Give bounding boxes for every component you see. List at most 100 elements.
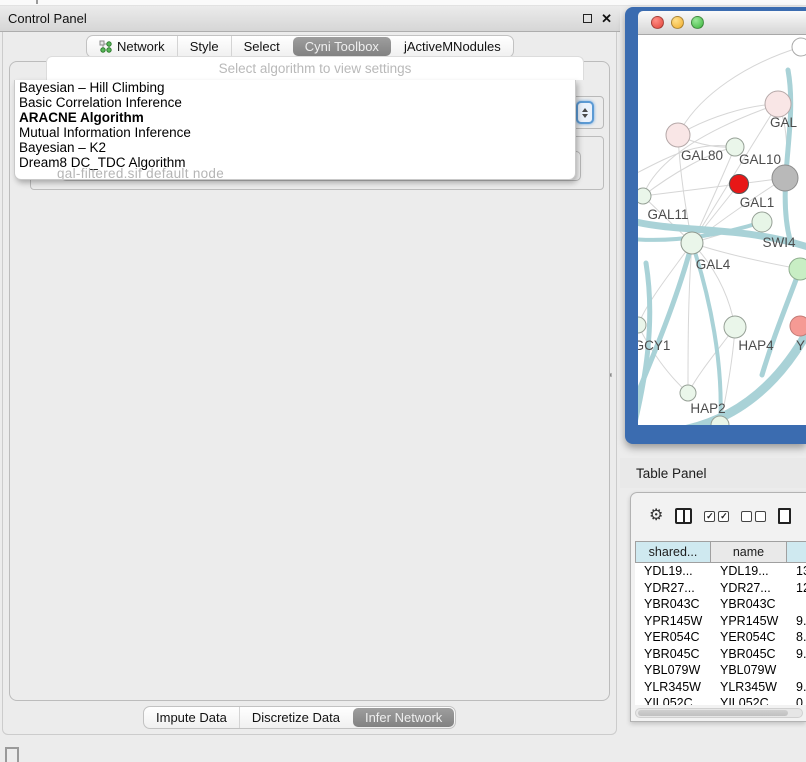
minimize-traffic-light-icon[interactable]	[671, 16, 684, 29]
cell: YLR345W	[711, 679, 787, 696]
dropdown-option[interactable]: Mutual Information Inference	[15, 125, 575, 140]
table-row[interactable]: YBR043C YBR043C	[635, 596, 806, 613]
table-panel-titlebar: Table Panel	[620, 458, 806, 488]
table-horizontal-scrollbar[interactable]	[635, 708, 803, 718]
node-gal1-red[interactable]	[730, 175, 749, 194]
cell: YPR145W	[635, 613, 711, 630]
cell: YIL052C	[711, 695, 787, 705]
network-window-titlebar[interactable]	[638, 11, 806, 35]
table-row[interactable]: YBL079W YBL079W	[635, 662, 806, 679]
table-row[interactable]: YDL19... YDL19... 13	[635, 563, 806, 580]
column-header-partial[interactable]	[787, 541, 806, 563]
unchecked-box-icon	[755, 511, 766, 522]
node-label: GAL10	[739, 152, 781, 167]
node-gcy1[interactable]	[638, 317, 646, 333]
node-label: GAL	[770, 115, 798, 130]
cell	[787, 596, 806, 613]
tab-network-label: Network	[117, 39, 165, 54]
cell: 13	[787, 563, 806, 580]
tab-impute-data[interactable]: Impute Data	[144, 707, 239, 728]
table-row[interactable]: YPR145W YPR145W 9.	[635, 613, 806, 630]
tab-network[interactable]: Network	[87, 36, 177, 57]
unchecked-box-icon	[741, 511, 752, 522]
node-swi4[interactable]	[752, 212, 772, 232]
table-row[interactable]: YER054C YER054C 8.	[635, 629, 806, 646]
node-label: GAL11	[647, 207, 688, 222]
dropdown-option[interactable]: Bayesian – Hill Climbing	[15, 80, 575, 95]
table-row[interactable]: YDR27... YDR27... 12	[635, 580, 806, 597]
control-panel-titlebar: Control Panel ✕	[0, 6, 620, 32]
dropdown-option[interactable]: Bayesian – K2	[15, 140, 575, 155]
stepper-up-icon	[582, 108, 588, 112]
algorithm-selector-combo[interactable]: Select algorithm to view settings	[46, 56, 584, 80]
tab-cyni-toolbox[interactable]: Cyni Toolbox	[293, 37, 391, 56]
cell	[787, 662, 806, 679]
cell: 9.	[787, 613, 806, 630]
combo-stepper-focused[interactable]	[576, 101, 594, 124]
cell: YBL079W	[635, 662, 711, 679]
close-traffic-light-icon[interactable]	[651, 16, 664, 29]
node-gal-partial[interactable]	[765, 91, 791, 117]
network-canvas[interactable]: GAL GAL80 GAL10 GAL1 GAL11 SWI4 GAL4 GCY…	[638, 35, 806, 425]
float-window-icon[interactable]	[583, 14, 592, 23]
table-row[interactable]: YBR045C YBR045C 9.	[635, 646, 806, 663]
cell: YIL052C	[635, 695, 711, 705]
cell: YBR045C	[635, 646, 711, 663]
cell: YDL19...	[635, 563, 711, 580]
tab-select-label: Select	[244, 39, 280, 54]
table-row[interactable]: YIL052C YIL052C 0.	[635, 695, 806, 705]
network-view-window: GAL GAL80 GAL10 GAL1 GAL11 SWI4 GAL4 GCY…	[625, 7, 806, 444]
node-hap4[interactable]	[724, 316, 746, 338]
table-row[interactable]: YLR345W YLR345W 9.	[635, 679, 806, 696]
tab-jactivemnodules[interactable]: jActiveMNodules	[392, 36, 513, 57]
node-hap2[interactable]	[680, 385, 696, 401]
checked-box-icon: ✓	[718, 511, 729, 522]
column-header-name[interactable]: name	[711, 541, 787, 563]
node-gray[interactable]	[772, 165, 798, 191]
node-green-right[interactable]	[789, 258, 806, 280]
stepper-down-icon	[582, 114, 588, 118]
node-label: GAL1	[740, 195, 775, 210]
tab-style[interactable]: Style	[177, 36, 231, 57]
select-all-icon[interactable]: ✓ ✓	[704, 511, 729, 522]
minimized-panel-icon[interactable]	[5, 747, 19, 762]
screen: Control Panel ✕ Network Style Select Cyn…	[0, 0, 806, 762]
close-icon[interactable]: ✕	[601, 12, 612, 26]
column-header-shared[interactable]: shared...	[635, 541, 711, 563]
network-graph: GAL GAL80 GAL10 GAL1 GAL11 SWI4 GAL4 GCY…	[638, 35, 806, 425]
columns-icon[interactable]	[675, 508, 692, 524]
tab-discretize-data[interactable]: Discretize Data	[239, 707, 352, 728]
cell: YER054C	[635, 629, 711, 646]
node-gal11[interactable]	[638, 188, 651, 204]
algorithm-dropdown-popup: Bayesian – Hill Climbing Basic Correlati…	[14, 80, 576, 180]
cell: YLR345W	[635, 679, 711, 696]
table-panel-window: ⚙ ✓ ✓ shared... name YDL19... YDL19... 1…	[630, 492, 806, 722]
control-panel-title: Control Panel	[8, 11, 87, 26]
cell: 0.	[787, 695, 806, 705]
node-partial-top[interactable]	[792, 38, 806, 56]
node-salmon[interactable]	[790, 316, 806, 336]
dropdown-option[interactable]: Basic Correlation Inference	[15, 95, 575, 110]
tab-discretize-data-label: Discretize Data	[252, 710, 340, 725]
export-table-icon[interactable]	[778, 508, 791, 524]
scrollbar-thumb[interactable]	[638, 710, 788, 716]
cell: YBR043C	[711, 596, 787, 613]
edge	[666, 331, 806, 425]
node-label: HAP2	[690, 401, 725, 416]
control-panel-tabbar: Network Style Select Cyni Toolbox jActiv…	[86, 35, 514, 58]
cell: YBL079W	[711, 662, 787, 679]
gear-icon[interactable]: ⚙	[649, 508, 663, 524]
tab-select[interactable]: Select	[231, 36, 292, 57]
node-gal4[interactable]	[681, 232, 703, 254]
node-gal80[interactable]	[666, 123, 690, 147]
cell: YER054C	[711, 629, 787, 646]
tab-infer-network[interactable]: Infer Network	[353, 708, 454, 727]
maximize-traffic-light-icon[interactable]	[691, 16, 704, 29]
cell: 9.	[787, 679, 806, 696]
tab-jactivemnodules-label: jActiveMNodules	[404, 39, 501, 54]
table-toolbar: ⚙ ✓ ✓	[631, 493, 806, 539]
dropdown-option-selected[interactable]: ARACNE Algorithm	[15, 110, 575, 125]
edge	[688, 243, 692, 393]
node-label: HAP4	[738, 338, 774, 353]
deselect-all-icon[interactable]	[741, 511, 766, 522]
